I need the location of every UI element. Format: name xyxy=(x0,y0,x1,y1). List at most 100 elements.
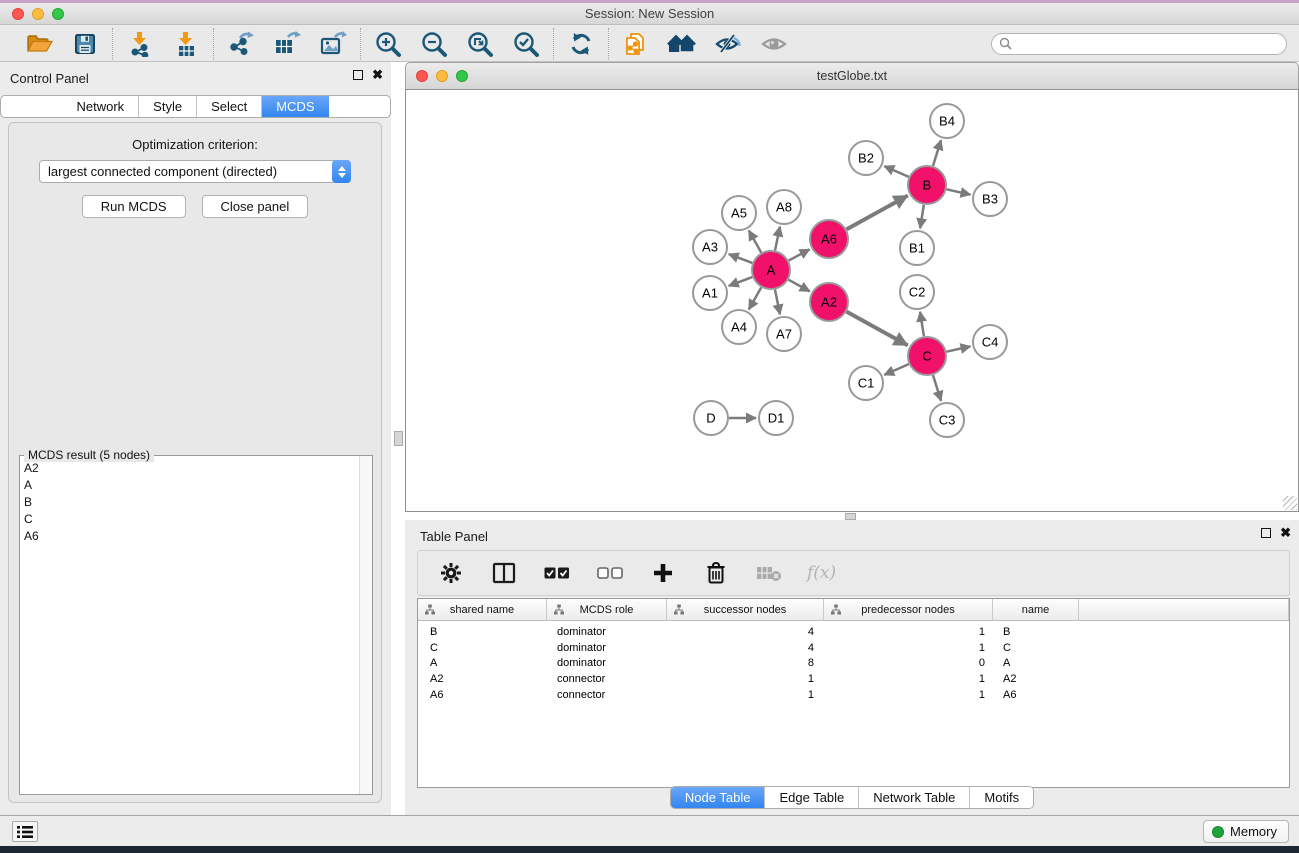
graph-edge-A6-B[interactable] xyxy=(847,196,908,230)
unselect-all-columns-button[interactable] xyxy=(595,558,625,588)
table-cell[interactable]: C xyxy=(993,642,1079,654)
network-close-button[interactable] xyxy=(416,70,428,82)
table-cell[interactable]: 1 xyxy=(824,642,993,654)
table-cell[interactable]: dominator xyxy=(547,642,667,654)
memory-button[interactable]: Memory xyxy=(1203,820,1289,843)
zoom-fit-button[interactable] xyxy=(465,29,495,59)
mcds-result-item[interactable]: B xyxy=(20,494,358,511)
clone-network-button[interactable] xyxy=(621,29,651,59)
table-cell[interactable]: 1 xyxy=(824,626,993,638)
save-session-button[interactable] xyxy=(70,29,100,59)
table-settings-button[interactable] xyxy=(436,558,466,588)
graph-edge-A-A1[interactable] xyxy=(729,277,753,286)
table-cell[interactable]: C xyxy=(418,642,547,654)
mcds-result-item[interactable]: A xyxy=(20,477,358,494)
table-cell[interactable]: A6 xyxy=(993,689,1079,701)
network-canvas[interactable]: B4B2BB3A5A8A6A3B1AA1C2A2A4A7C4CC1DD1C3 xyxy=(405,89,1299,512)
table-cell[interactable]: A xyxy=(418,657,547,669)
table-cell[interactable]: 1 xyxy=(667,689,824,701)
network-minimize-button[interactable] xyxy=(436,70,448,82)
import-table-button[interactable] xyxy=(171,29,201,59)
table-row[interactable]: A6connector11A6 xyxy=(418,687,1289,703)
table-cell[interactable]: A2 xyxy=(993,673,1079,685)
graph-edge-A-A6[interactable] xyxy=(789,249,810,260)
function-builder-icon[interactable]: f(x) xyxy=(807,563,836,583)
table-cell[interactable]: B xyxy=(418,626,547,638)
graph-edge-B-B2[interactable] xyxy=(884,166,908,177)
close-panel-icon[interactable]: ✖ xyxy=(372,70,383,80)
split-divider-handle[interactable] xyxy=(845,513,856,520)
zoom-selected-button[interactable] xyxy=(511,29,541,59)
graph-edge-A2-C[interactable] xyxy=(847,312,908,346)
graph-edge-A-A5[interactable] xyxy=(749,230,761,252)
tab-select[interactable]: Select xyxy=(196,96,261,117)
table-cell[interactable]: 4 xyxy=(667,626,824,638)
export-table-button[interactable] xyxy=(272,29,302,59)
search-box[interactable] xyxy=(991,33,1287,55)
column-header-shared-name[interactable]: shared name xyxy=(418,599,547,620)
mcds-result-item[interactable]: A2 xyxy=(20,460,358,477)
result-scrollbar[interactable] xyxy=(359,456,372,794)
table-cell[interactable]: A xyxy=(993,657,1079,669)
delete-table-button[interactable] xyxy=(754,558,784,588)
mcds-result-item[interactable]: C xyxy=(20,511,358,528)
table-cell[interactable]: A2 xyxy=(418,673,547,685)
mcds-result-item[interactable]: A6 xyxy=(20,528,358,545)
table-cell[interactable]: connector xyxy=(547,689,667,701)
tab-style[interactable]: Style xyxy=(138,96,196,117)
close-panel-button[interactable]: Close panel xyxy=(202,195,309,218)
zoom-window-button[interactable] xyxy=(52,8,64,20)
column-header-name[interactable]: name xyxy=(993,599,1079,620)
graph-edge-B-B4[interactable] xyxy=(933,140,941,166)
show-column-panel-button[interactable] xyxy=(489,558,519,588)
tab-network-table[interactable]: Network Table xyxy=(858,787,969,808)
table-cell[interactable]: 1 xyxy=(824,689,993,701)
table-cell[interactable]: 1 xyxy=(824,673,993,685)
column-header-predecessor-nodes[interactable]: predecessor nodes xyxy=(824,599,993,620)
table-cell[interactable]: A6 xyxy=(418,689,547,701)
table-row[interactable]: A2connector11A2 xyxy=(418,671,1289,687)
table-cell[interactable]: 0 xyxy=(824,657,993,669)
graph-edge-B-B1[interactable] xyxy=(920,205,924,228)
graph-edge-C-C1[interactable] xyxy=(884,364,908,375)
graph-edge-B-B3[interactable] xyxy=(947,189,971,194)
tab-edge-table[interactable]: Edge Table xyxy=(764,787,858,808)
network-zoom-button[interactable] xyxy=(456,70,468,82)
select-all-columns-button[interactable] xyxy=(542,558,572,588)
graph-edge-C-C2[interactable] xyxy=(920,312,924,336)
table-cell[interactable]: connector xyxy=(547,673,667,685)
graph-edge-A-A8[interactable] xyxy=(775,227,780,251)
task-history-button[interactable] xyxy=(12,821,38,842)
show-all-networks-button[interactable] xyxy=(667,29,697,59)
table-row[interactable]: Cdominator41C xyxy=(418,640,1289,656)
tab-mcds[interactable]: MCDS xyxy=(261,96,328,117)
optimization-dropdown[interactable]: largest connected component (directed) xyxy=(39,160,351,183)
search-input[interactable] xyxy=(1017,37,1279,51)
close-window-button[interactable] xyxy=(12,8,24,20)
table-cell[interactable]: dominator xyxy=(547,657,667,669)
table-cell[interactable]: B xyxy=(993,626,1079,638)
create-column-button[interactable] xyxy=(648,558,678,588)
table-cell[interactable]: dominator xyxy=(547,626,667,638)
graph-edge-C-C3[interactable] xyxy=(933,375,941,401)
table-cell[interactable]: 4 xyxy=(667,642,824,654)
tab-network[interactable]: Network xyxy=(62,96,138,117)
refresh-button[interactable] xyxy=(566,29,596,59)
table-row[interactable]: Bdominator41B xyxy=(418,624,1289,640)
float-panel-icon[interactable] xyxy=(1261,528,1271,538)
graph-edge-C-C4[interactable] xyxy=(947,346,971,351)
tab-motifs[interactable]: Motifs xyxy=(969,787,1033,808)
graph-edge-A-A2[interactable] xyxy=(789,280,810,292)
hide-details-button[interactable] xyxy=(713,29,743,59)
open-session-button[interactable] xyxy=(24,29,54,59)
run-mcds-button[interactable]: Run MCDS xyxy=(82,195,186,218)
zoom-out-button[interactable] xyxy=(419,29,449,59)
tab-node-table[interactable]: Node Table xyxy=(671,787,765,808)
split-divider-handle[interactable] xyxy=(394,431,403,446)
table-cell[interactable]: 1 xyxy=(667,673,824,685)
export-network-button[interactable] xyxy=(226,29,256,59)
minimize-window-button[interactable] xyxy=(32,8,44,20)
resize-grip[interactable] xyxy=(1283,496,1297,510)
column-header-MCDS-role[interactable]: MCDS role xyxy=(547,599,667,620)
graph-edge-A-A4[interactable] xyxy=(749,287,761,309)
